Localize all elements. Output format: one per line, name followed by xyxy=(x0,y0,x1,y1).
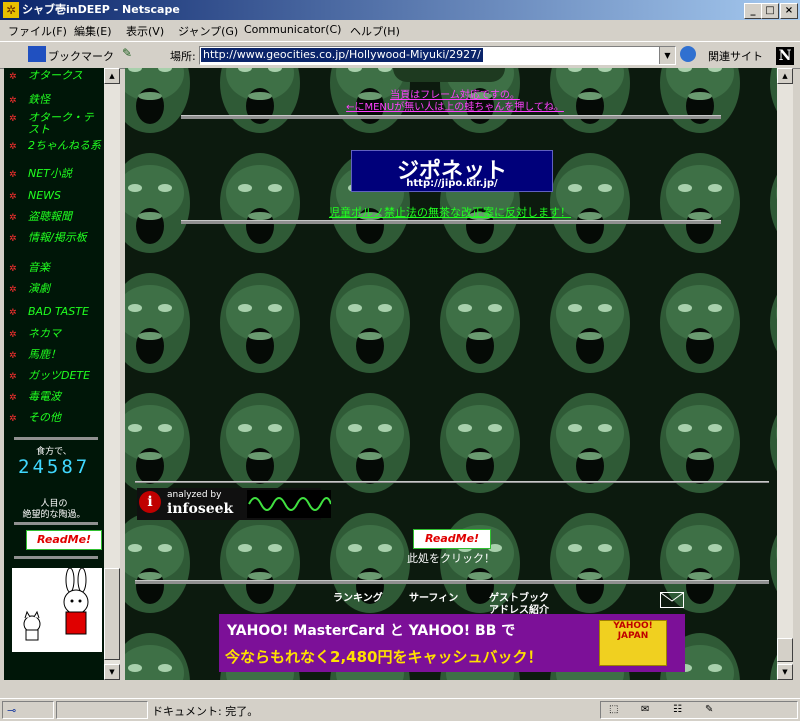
menu-bar: ファイル(F) 編集(E) 表示(V) ジャンプ(G) Communicator… xyxy=(0,20,800,40)
mail-icon[interactable] xyxy=(660,592,684,608)
divider xyxy=(14,522,98,525)
scroll-up-icon[interactable]: ▲ xyxy=(104,68,120,84)
bullet-icon: ✲ xyxy=(9,114,17,124)
scroll-thumb[interactable] xyxy=(777,638,793,662)
left-frame-scrollbar[interactable]: ▲ ▼ xyxy=(104,68,120,680)
app-icon[interactable]: ✲ xyxy=(3,2,19,18)
connection-icon[interactable]: ⊸ xyxy=(7,704,16,717)
url-dropdown-icon[interactable]: ▼ xyxy=(659,47,675,64)
discussion-icon[interactable]: ☷ xyxy=(673,704,682,715)
bullet-icon: ✲ xyxy=(9,234,17,244)
maximize-button[interactable]: □ xyxy=(761,3,779,19)
bullet-icon: ✲ xyxy=(9,142,17,152)
title-bar: ✲ シャブ壱inDEEP - Netscape _ □ × xyxy=(0,0,800,20)
bullet-icon: ✲ xyxy=(9,285,17,295)
status-bar: ⊸ ドキュメント: 完了。 ⬚ ✉ ☷ ✎ xyxy=(0,698,800,721)
rabbit-image xyxy=(12,567,102,652)
window-title: シャブ壱inDEEP - Netscape xyxy=(22,3,180,16)
related-sites-button[interactable]: 関連サイト xyxy=(708,48,763,64)
bullet-icon: ✲ xyxy=(9,414,17,424)
divider xyxy=(135,481,769,483)
left-nav-frame: ✲ オタークス ✲ 鉄怪 ✲ オターク・テスト ✲ 2ちゃんねる系 ✲ NET小説 ✲ NE… xyxy=(4,68,104,680)
divider xyxy=(14,556,98,559)
scroll-thumb[interactable] xyxy=(104,568,120,660)
ranking-link[interactable]: ランキング xyxy=(333,589,383,604)
minimize-button[interactable]: _ xyxy=(744,3,762,19)
bullet-icon: ✲ xyxy=(9,264,17,274)
scroll-down-icon[interactable]: ▼ xyxy=(104,664,120,680)
bookmark-icon[interactable] xyxy=(28,46,46,62)
menu-communicator[interactable]: Communicator(C) xyxy=(244,23,341,36)
menu-edit[interactable]: 編集(E) xyxy=(74,23,112,39)
bullet-icon: ✲ xyxy=(9,351,17,361)
security-well: ⊸ xyxy=(2,701,54,719)
info-icon: i xyxy=(139,491,161,513)
related-icon[interactable] xyxy=(680,46,696,62)
readme-button[interactable]: ReadMe! xyxy=(26,530,102,550)
navigator-icon[interactable]: ⬚ xyxy=(609,704,618,715)
frame-note[interactable]: ←にMENUが無い人は上の蛙ちゃんを押してね。 xyxy=(255,98,655,113)
infoseek-badge[interactable]: i analyzed by infoseek xyxy=(137,488,331,520)
bullet-icon: ✲ xyxy=(9,213,17,223)
composer-icon[interactable]: ✎ xyxy=(705,704,713,715)
divider xyxy=(135,580,769,584)
component-bar: ⬚ ✉ ☷ ✎ xyxy=(600,701,798,719)
bookmarks-button[interactable]: ブックマーク xyxy=(48,48,114,64)
protest-link[interactable]: 児童ポルノ禁止法の無茶な改正案に反対します！ xyxy=(225,204,675,220)
horizontal-scrollbar-area xyxy=(0,680,793,696)
main-frame-scrollbar[interactable]: ▲ ▼ xyxy=(777,68,793,680)
url-field[interactable]: http://www.geocities.co.jp/Hollywood-Miy… xyxy=(199,46,676,65)
menu-help[interactable]: ヘルプ(H) xyxy=(350,23,400,39)
menu-go[interactable]: ジャンプ(G) xyxy=(178,23,238,39)
click-here-text: 此処をクリック！ xyxy=(407,552,495,565)
scroll-down-icon[interactable]: ▼ xyxy=(777,664,793,680)
bullet-icon: ✲ xyxy=(9,330,17,340)
surfin-link[interactable]: サーフィン xyxy=(409,589,458,604)
bullet-icon: ✲ xyxy=(9,308,17,318)
menu-file[interactable]: ファイル(F) xyxy=(8,23,67,39)
scroll-up-icon[interactable]: ▲ xyxy=(777,68,793,84)
location-label: 場所: xyxy=(170,50,196,63)
infoseek-small: analyzed by xyxy=(167,490,222,500)
readme-button[interactable]: ReadMe! xyxy=(413,529,491,549)
yahoo-ad-banner[interactable]: YAHOO! MasterCard と YAHOO! BB で 今ならもれなく2… xyxy=(219,614,685,672)
counter-caption: 絶望的な陶過。 xyxy=(22,510,86,520)
wave-icon xyxy=(247,490,331,518)
menu-view[interactable]: 表示(V) xyxy=(126,23,164,39)
bullet-icon: ✲ xyxy=(9,96,17,106)
credit-card-image: YAHOO! JAPAN xyxy=(599,620,667,666)
bullet-icon: ✲ xyxy=(9,72,17,82)
back-frog-button[interactable] xyxy=(393,68,505,82)
progress-well xyxy=(56,701,148,719)
bullet-icon: ✲ xyxy=(9,192,17,202)
location-toolbar: ブックマーク ✎ 場所: http://www.geocities.co.jp/… xyxy=(0,41,800,69)
bullet-icon: ✲ xyxy=(9,372,17,382)
mail-component-icon[interactable]: ✉ xyxy=(641,704,649,715)
url-text: http://www.geocities.co.jp/Hollywood-Miy… xyxy=(201,48,483,62)
divider xyxy=(14,437,98,440)
ad-bottom-text: 今ならもれなく2,480円をキャッシュバック！ xyxy=(225,648,543,666)
divider xyxy=(181,115,721,119)
close-button[interactable]: × xyxy=(780,3,798,19)
banner-url: http://jipo.kir.jp/ xyxy=(406,178,498,189)
page-proxy-icon[interactable]: ✎ xyxy=(122,46,134,62)
bullet-icon: ✲ xyxy=(9,170,17,180)
infoseek-big: infoseek xyxy=(167,501,234,517)
status-text: ドキュメント: 完了。 xyxy=(152,705,259,718)
bullet-icon: ✲ xyxy=(9,393,17,403)
divider xyxy=(181,220,721,224)
jiponet-banner[interactable]: ジポネット http://jipo.kir.jp/ xyxy=(351,150,553,192)
main-frame: 当頁はフレーム対応ですの。 ←にMENUが無い人は上の蛙ちゃんを押してね。 ジポ… xyxy=(125,68,777,680)
netscape-logo: N xyxy=(776,47,794,65)
visitor-counter: 24587 xyxy=(18,456,91,478)
ad-top-text: YAHOO! MasterCard と YAHOO! BB で xyxy=(227,623,516,639)
